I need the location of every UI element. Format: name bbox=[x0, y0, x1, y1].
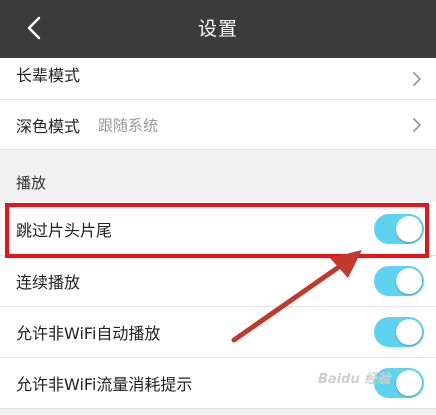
elder-mode-label: 长辈模式 bbox=[16, 66, 81, 86]
top-bar: 设置 bbox=[0, 0, 436, 58]
toggle-knob bbox=[396, 215, 422, 242]
dark-mode-label: 深色模式 bbox=[16, 116, 81, 136]
skip-intro-outro-toggle[interactable] bbox=[374, 213, 424, 244]
non-wifi-autoplay-label: 允许非WiFi自动播放 bbox=[16, 324, 161, 343]
elder-mode-row[interactable]: 长辈模式 bbox=[0, 58, 436, 100]
non-wifi-data-prompt-label: 允许非WiFi流量消耗提示 bbox=[16, 375, 193, 394]
continuous-play-row: 连续播放 bbox=[0, 256, 436, 307]
dark-mode-value: 跟随系统 bbox=[98, 116, 159, 134]
chevron-right-icon bbox=[413, 71, 421, 86]
toggle-knob bbox=[396, 268, 422, 294]
non-wifi-autoplay-toggle[interactable] bbox=[374, 317, 424, 347]
chevron-right-icon bbox=[413, 117, 421, 132]
section-title: 播放 bbox=[16, 174, 47, 192]
dark-mode-row[interactable]: 深色模式 跟随系统 bbox=[0, 100, 436, 150]
page-title: 设置 bbox=[197, 18, 238, 40]
playback-section-header: 播放 bbox=[0, 163, 436, 201]
skip-intro-outro-row: 跳过片头片尾 bbox=[0, 202, 436, 256]
continuous-play-toggle[interactable] bbox=[374, 266, 424, 296]
toggle-knob bbox=[396, 370, 422, 396]
toggle-knob bbox=[396, 319, 422, 345]
watermark-logo: Baidu 经验 bbox=[318, 372, 391, 387]
non-wifi-autoplay-row: 允许非WiFi自动播放 bbox=[0, 307, 436, 358]
continuous-play-label: 连续播放 bbox=[16, 273, 81, 292]
skip-intro-outro-label: 跳过片头片尾 bbox=[16, 220, 113, 240]
